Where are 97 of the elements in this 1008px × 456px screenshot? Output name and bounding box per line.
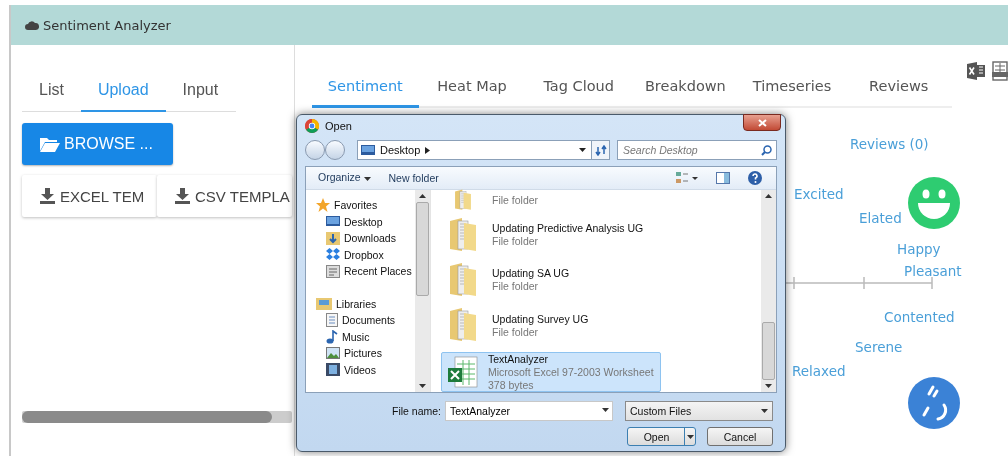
tab[interactable]: List bbox=[22, 69, 81, 112]
nav-item[interactable]: Music bbox=[306, 328, 415, 345]
sentiment-label: Contented bbox=[884, 309, 955, 325]
recent-places-icon bbox=[326, 264, 340, 278]
template-download-button[interactable]: EXCEL TEM bbox=[22, 175, 157, 217]
organize-menu[interactable]: Organize bbox=[318, 171, 371, 185]
help-icon[interactable] bbox=[748, 171, 762, 185]
folder-icon bbox=[40, 136, 60, 152]
folder-icon bbox=[448, 216, 478, 253]
tab[interactable]: Input bbox=[165, 69, 236, 112]
dropdown-arrow-icon bbox=[579, 148, 587, 152]
star-icon bbox=[316, 198, 330, 213]
spreadsheet-icon[interactable] bbox=[967, 61, 985, 81]
browser-logo-icon bbox=[305, 119, 319, 133]
close-button[interactable] bbox=[743, 114, 781, 131]
dropdown-arrow-icon bbox=[686, 434, 694, 439]
file-name-field[interactable]: TextAnalyzer bbox=[445, 401, 613, 421]
document-icon bbox=[326, 313, 338, 328]
file-name: Updating Predictive Analysis UG bbox=[492, 222, 644, 235]
file-item[interactable]: Updating SA UG File folder bbox=[441, 257, 637, 303]
vertical-scrollbar[interactable] bbox=[761, 190, 776, 392]
folder-icon bbox=[448, 262, 478, 298]
spreadsheet-file-icon bbox=[448, 356, 478, 388]
cancel-button[interactable]: Cancel bbox=[707, 427, 773, 446]
tab[interactable]: Tag Cloud bbox=[525, 67, 632, 108]
horizontal-scrollbar[interactable] bbox=[22, 411, 292, 423]
table-file-icon[interactable] bbox=[992, 61, 1008, 81]
file-type: Microsoft Excel 97-2003 Worksheet bbox=[488, 366, 654, 378]
file-item[interactable]: Updating Survey UG File folder bbox=[441, 302, 637, 348]
address-bar[interactable]: Desktop bbox=[357, 140, 593, 160]
sentiment-label: Serene bbox=[855, 339, 903, 355]
open-button[interactable]: Open bbox=[627, 427, 696, 446]
folder-icon bbox=[448, 307, 478, 344]
sentiment-label: Happy bbox=[897, 241, 941, 257]
music-note-icon bbox=[326, 329, 338, 344]
nav-item[interactable]: Recent Places bbox=[306, 263, 415, 280]
dropdown-arrow-icon bbox=[363, 176, 371, 181]
file-type: File folder bbox=[492, 280, 540, 293]
nav-item[interactable]: Dropbox bbox=[306, 246, 415, 263]
file-item[interactable]: File folder bbox=[441, 188, 637, 212]
file-type-dropdown[interactable]: Custom Files bbox=[625, 401, 773, 421]
file-size: 378 bytes bbox=[488, 379, 535, 391]
nav-item[interactable]: Desktop bbox=[306, 213, 415, 230]
file-type: File folder bbox=[492, 325, 540, 338]
relaxed-face-icon bbox=[908, 377, 960, 429]
download-icon bbox=[40, 188, 55, 204]
file-name: TextAnalyzer bbox=[488, 353, 550, 365]
sentiment-label: Relaxed bbox=[792, 363, 846, 379]
sentiment-label: Elated bbox=[859, 210, 902, 226]
scroll-up-arrow-icon bbox=[419, 194, 426, 198]
file-type: File folder bbox=[492, 194, 539, 206]
picture-icon bbox=[326, 347, 340, 360]
app-title: Sentiment Analyzer bbox=[43, 17, 171, 33]
search-field[interactable]: Search Desktop bbox=[617, 140, 777, 160]
chevron-right-icon bbox=[425, 146, 431, 154]
file-item[interactable]: TextAnalyzer Microsoft Excel 97-2003 Worksheet 378 bytes bbox=[441, 352, 661, 392]
nav-item[interactable]: Libraries bbox=[306, 295, 415, 312]
browse-button[interactable]: BROWSE ... bbox=[22, 123, 173, 165]
search-icon bbox=[761, 145, 772, 156]
template-download-button[interactable]: CSV TEMPLA bbox=[157, 175, 292, 217]
new-folder-button[interactable]: New folder bbox=[388, 172, 439, 184]
library-folder-icon bbox=[316, 297, 332, 311]
file-type: File folder bbox=[492, 235, 540, 248]
tab[interactable]: Reviews bbox=[845, 67, 953, 108]
preview-pane-icon[interactable] bbox=[716, 172, 730, 184]
scroll-up-arrow-icon bbox=[765, 194, 772, 198]
diamond-boxes-icon bbox=[326, 248, 340, 262]
film-icon bbox=[326, 363, 340, 377]
dialog-title: Open bbox=[325, 120, 352, 132]
close-icon bbox=[757, 118, 767, 127]
monitor-icon bbox=[326, 215, 340, 228]
vertical-scrollbar[interactable] bbox=[415, 190, 430, 392]
view-options-icon[interactable] bbox=[676, 172, 698, 184]
dropdown-arrow-icon bbox=[419, 384, 426, 388]
nav-item[interactable]: Pictures bbox=[306, 345, 415, 362]
file-name: Updating Survey UG bbox=[492, 312, 589, 325]
download-folder-icon bbox=[326, 231, 340, 246]
smiley-face-icon bbox=[908, 177, 960, 229]
file-name: Updating SA UG bbox=[492, 267, 570, 280]
tab[interactable]: Timeseries bbox=[738, 67, 846, 108]
tab[interactable]: Breakdown bbox=[632, 67, 739, 108]
monitor-icon bbox=[361, 145, 375, 155]
refresh-button[interactable] bbox=[592, 140, 610, 160]
file-name-label: File name: bbox=[391, 405, 441, 417]
nav-item[interactable]: Documents bbox=[306, 312, 415, 329]
cloud-icon bbox=[25, 20, 39, 30]
nav-item[interactable]: Favorites bbox=[306, 197, 415, 214]
dropdown-arrow-icon bbox=[761, 409, 768, 413]
nav-item[interactable]: Downloads bbox=[306, 230, 415, 247]
refresh-icon bbox=[594, 144, 607, 156]
nav-item[interactable]: Videos bbox=[306, 361, 415, 378]
sentiment-label: Excited bbox=[794, 186, 844, 202]
dropdown-arrow-icon bbox=[765, 384, 772, 388]
download-icon bbox=[175, 188, 190, 204]
sentiment-label: Pleasant bbox=[904, 263, 962, 279]
dropdown-arrow-icon bbox=[602, 408, 609, 412]
tab[interactable]: Heat Map bbox=[418, 67, 526, 108]
